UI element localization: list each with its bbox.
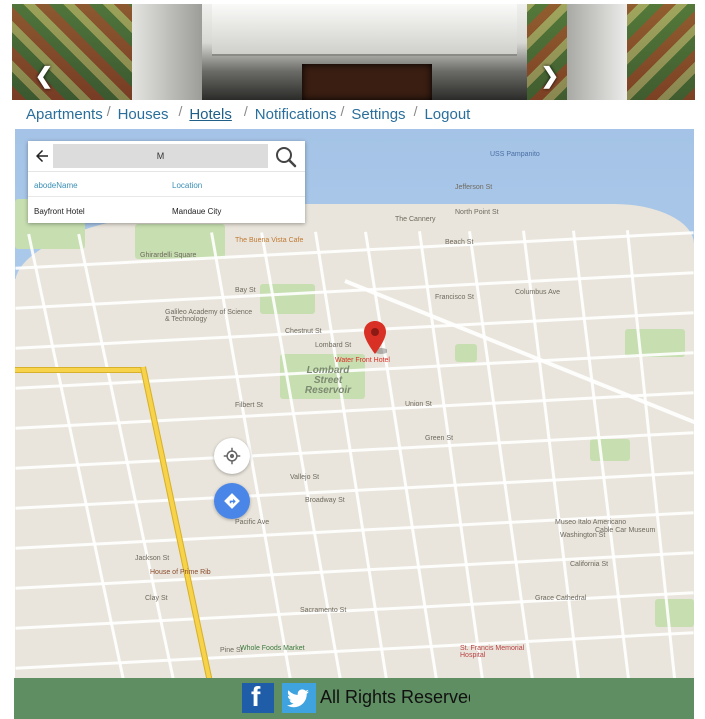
poi-label: Cable Car Museum <box>595 527 656 534</box>
nav-hotels[interactable]: Hotels <box>189 106 232 123</box>
search-bar <box>28 141 305 172</box>
poi-label: Grace Cathedral <box>535 595 587 602</box>
map-park <box>260 284 315 314</box>
copyright-text: All Rights Reserved <box>320 687 470 707</box>
street-label: North Point St <box>455 209 499 216</box>
street-label: Union St <box>405 401 432 408</box>
poi-label: Whole Foods Market <box>240 645 305 652</box>
hero-banner: ❮ ❯ <box>12 4 695 100</box>
map-road <box>15 551 694 590</box>
poi-label: St. Francis Memorial Hospital <box>460 645 525 659</box>
nav-notifications[interactable]: Notifications <box>255 106 337 123</box>
nav-separator: / <box>340 103 345 119</box>
table-row[interactable]: Bayfront Hotel Mandaue City <box>28 198 305 222</box>
map-road <box>15 511 694 550</box>
banner-building-canopy <box>212 4 517 56</box>
cell-location: Mandaue City <box>172 207 222 216</box>
street-label: Lombard St <box>315 342 352 349</box>
carousel-prev-button[interactable]: ❮ <box>26 54 62 98</box>
map-park <box>455 344 477 362</box>
street-label: Jackson St <box>135 555 170 562</box>
area-label: Lombard Street Reservoir <box>304 365 352 396</box>
street-label: Jefferson St <box>455 184 493 191</box>
street-label: Sacramento St <box>300 607 347 614</box>
carousel-next-button[interactable]: ❯ <box>532 54 568 98</box>
search-panel: abodeName Location Bayfront Hotel Mandau… <box>28 141 305 223</box>
poi-label: Museo Italo Americano <box>555 519 627 526</box>
banner-building-entrance <box>302 64 432 100</box>
search-icon[interactable] <box>274 145 298 169</box>
street-label: Green St <box>425 435 454 442</box>
twitter-icon[interactable] <box>282 683 316 713</box>
poi-label: The Buena Vista Cafe <box>235 237 304 244</box>
street-label: Columbus Ave <box>515 289 561 296</box>
map-park <box>655 599 694 627</box>
directions-icon <box>224 493 240 509</box>
column-header-location: Location <box>172 181 203 190</box>
street-label: California St <box>570 561 609 568</box>
map-highway <box>15 367 143 373</box>
results-table-header: abodeName Location <box>28 173 305 197</box>
nav-houses[interactable]: Houses <box>118 106 169 123</box>
nav-separator: / <box>243 103 248 119</box>
twitter-bird-icon <box>287 689 309 708</box>
main-nav: Apartments / Houses / Hotels / Notification… <box>12 100 695 128</box>
map-highway <box>140 366 213 678</box>
poi-label: Ghirardelli Square <box>140 252 197 259</box>
street-label: Beach St <box>445 239 474 246</box>
nav-separator: / <box>178 103 183 119</box>
street-label: Chestnut St <box>285 328 322 335</box>
map-road <box>15 591 694 630</box>
nav-separator: / <box>413 103 418 119</box>
banner-pillar <box>132 4 202 100</box>
facebook-icon[interactable]: f <box>242 681 274 713</box>
map-park <box>590 439 630 461</box>
street-label: Filbert St <box>235 402 264 409</box>
cell-abodename: Bayfront Hotel <box>34 207 85 216</box>
search-input[interactable] <box>53 144 268 168</box>
street-label: Bay St <box>235 287 256 294</box>
nav-logout[interactable]: Logout <box>424 106 470 123</box>
poi-label: Galileo Academy of Science & Technology <box>165 309 253 323</box>
street-label: Pacific Ave <box>235 519 270 526</box>
poi-label: The Cannery <box>395 216 436 223</box>
street-label: Vallejo St <box>290 474 320 481</box>
my-location-button[interactable] <box>214 438 250 474</box>
street-label: Clay St <box>145 595 168 602</box>
marker-label: Water Front Hotel <box>335 357 390 364</box>
nav-apartments[interactable]: Apartments <box>26 106 103 123</box>
poi-label: USS Pampanito <box>490 151 540 158</box>
back-arrow-icon[interactable] <box>33 147 51 165</box>
nav-separator: / <box>106 103 111 119</box>
hotel-marker-pin-icon[interactable] <box>363 321 387 357</box>
nav-settings[interactable]: Settings <box>351 106 405 123</box>
footer: f All Rights Reserved <box>14 678 694 719</box>
banner-pillar <box>567 4 627 100</box>
facebook-glyph: f <box>251 681 261 712</box>
street-label: Broadway St <box>305 497 345 504</box>
crosshair-icon <box>223 447 241 465</box>
street-label: Francisco St <box>435 294 474 301</box>
directions-button[interactable] <box>214 483 250 519</box>
poi-label: House of Prime Rib <box>150 569 211 576</box>
column-header-abodename: abodeName <box>34 181 78 190</box>
